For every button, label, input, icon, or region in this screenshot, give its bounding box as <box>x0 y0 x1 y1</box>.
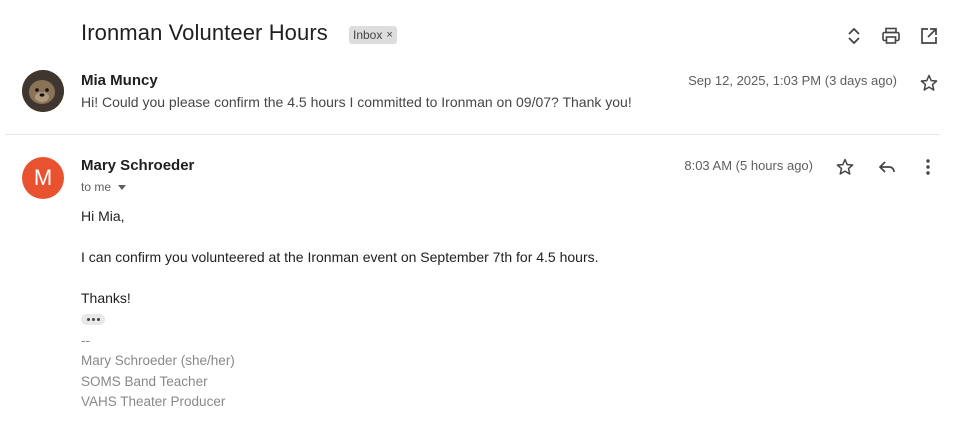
sender-name[interactable]: Mia Muncy <box>81 72 158 89</box>
recipients-text: to me <box>81 180 112 194</box>
thread-subject: Ironman Volunteer Hours <box>81 20 328 45</box>
avatar-letter: M <box>33 165 53 190</box>
message-snippet[interactable]: Hi! Could you please confirm the 4.5 hou… <box>81 94 632 110</box>
reply-icon[interactable] <box>877 157 897 177</box>
message-date[interactable]: 8:03 AM (5 hours ago) <box>684 158 813 173</box>
message-date[interactable]: Sep 12, 2025, 1:03 PM (3 days ago) <box>688 73 897 88</box>
more-options-icon[interactable] <box>918 157 938 177</box>
signature-name: Mary Schroeder (she/her) <box>81 353 235 368</box>
body-greeting: Hi Mia, <box>81 208 125 224</box>
remove-label-icon[interactable]: × <box>386 29 392 41</box>
recipients-toggle[interactable]: to me <box>81 180 127 194</box>
show-trimmed-content-button[interactable] <box>81 314 105 325</box>
body-closing: Thanks! <box>81 290 131 306</box>
signature-title: VAHS Theater Producer <box>81 394 226 409</box>
sender-name[interactable]: Mary Schroeder <box>81 157 194 174</box>
chevron-down-icon <box>118 184 127 190</box>
signature-title: SOMS Band Teacher <box>81 374 208 389</box>
sender-avatar-photo[interactable] <box>22 70 64 112</box>
open-in-new-window-icon[interactable] <box>919 26 939 46</box>
signature-dash: -- <box>81 333 90 348</box>
inbox-label-chip[interactable]: Inbox × <box>349 26 397 44</box>
print-icon[interactable] <box>881 26 901 46</box>
message-divider <box>5 134 940 135</box>
star-icon[interactable] <box>919 73 939 93</box>
sender-avatar-letter[interactable]: M <box>22 157 64 199</box>
expand-collapse-icon[interactable] <box>844 26 864 46</box>
star-icon[interactable] <box>835 157 855 177</box>
body-text: I can confirm you volunteered at the Iro… <box>81 249 599 265</box>
label-text: Inbox <box>353 28 383 42</box>
